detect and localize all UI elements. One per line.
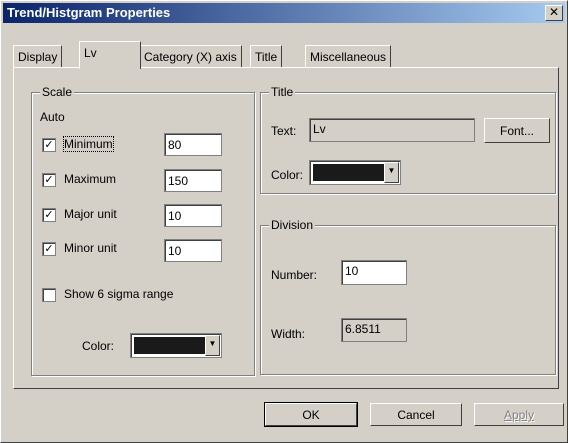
minor-unit-input[interactable]: 10 <box>164 239 222 262</box>
title-color-picker[interactable]: ▼ <box>309 160 401 185</box>
maximum-input[interactable]: 150 <box>164 169 222 192</box>
tab-panel-lv: Scale Auto ✓ Minimum 80 ✓ Maximum 150 ✓ … <box>13 67 559 389</box>
major-unit-input[interactable]: 10 <box>164 204 222 227</box>
tab-display[interactable]: Display <box>13 45 63 68</box>
ok-button[interactable]: OK <box>264 402 358 427</box>
tab-display-label: Display <box>18 50 58 64</box>
check-icon: ✓ <box>44 209 54 221</box>
tab-title[interactable]: Title <box>250 45 283 68</box>
chevron-down-icon[interactable]: ▼ <box>205 335 220 356</box>
sigma-checkbox[interactable] <box>42 288 56 302</box>
title-color-swatch <box>313 164 384 181</box>
window-title: Trend/Histgram Properties <box>7 5 171 20</box>
scale-group-label: Scale <box>40 85 75 99</box>
title-text-label: Text: <box>271 124 297 138</box>
apply-button[interactable]: Apply <box>474 403 564 426</box>
tab-lv[interactable]: Lv <box>79 41 141 69</box>
scale-color-label: Color: <box>82 339 115 353</box>
division-number-label: Number: <box>271 268 318 282</box>
title-color-label: Color: <box>271 168 304 182</box>
close-icon: ✕ <box>548 5 560 19</box>
close-button[interactable]: ✕ <box>545 5 563 21</box>
major-unit-checkbox[interactable]: ✓ <box>42 208 56 222</box>
tab-miscellaneous[interactable]: Miscellaneous <box>305 45 392 68</box>
maximum-checkbox[interactable]: ✓ <box>42 173 56 187</box>
scale-color-picker[interactable]: ▼ <box>130 333 222 358</box>
tab-lv-label: Lv <box>84 46 97 60</box>
scale-color-swatch <box>134 337 205 354</box>
tab-category-x-axis[interactable]: Category (X) axis <box>139 45 242 68</box>
auto-label: Auto <box>40 110 65 124</box>
dialog-window: Trend/Histgram Properties ✕ Display Lv C… <box>0 0 568 443</box>
scale-group: Scale Auto ✓ Minimum 80 ✓ Maximum 150 ✓ … <box>31 85 255 376</box>
title-group: Title Text: Lv Font... Color: ▼ <box>260 85 556 194</box>
minimum-label: Minimum <box>63 136 114 152</box>
division-width-value: 6.8511 <box>341 318 407 342</box>
tab-misc-label: Miscellaneous <box>310 50 387 64</box>
minor-unit-checkbox[interactable]: ✓ <box>42 242 56 256</box>
division-group-label: Division <box>269 218 316 232</box>
sigma-label: Show 6 sigma range <box>64 287 174 301</box>
maximum-label: Maximum <box>64 172 117 186</box>
minimum-checkbox[interactable]: ✓ <box>42 138 56 152</box>
division-width-label: Width: <box>271 327 306 341</box>
title-text-input[interactable]: Lv <box>309 118 475 142</box>
minimum-input[interactable]: 80 <box>164 133 222 156</box>
title-group-label: Title <box>269 85 296 99</box>
tab-category-label: Category (X) axis <box>144 50 237 64</box>
minor-unit-label: Minor unit <box>64 241 117 255</box>
division-number-input[interactable]: 10 <box>341 260 407 285</box>
title-bar[interactable]: Trend/Histgram Properties ✕ <box>3 3 565 23</box>
cancel-button[interactable]: Cancel <box>370 403 462 426</box>
font-button[interactable]: Font... <box>484 118 550 143</box>
check-icon: ✓ <box>44 174 54 186</box>
check-icon: ✓ <box>44 243 54 255</box>
major-unit-label: Major unit <box>64 207 117 221</box>
chevron-down-icon[interactable]: ▼ <box>384 162 399 183</box>
division-group: Division Number: 10 Width: 6.8511 <box>260 218 556 375</box>
check-icon: ✓ <box>44 139 54 151</box>
tab-title-label: Title <box>255 50 278 64</box>
